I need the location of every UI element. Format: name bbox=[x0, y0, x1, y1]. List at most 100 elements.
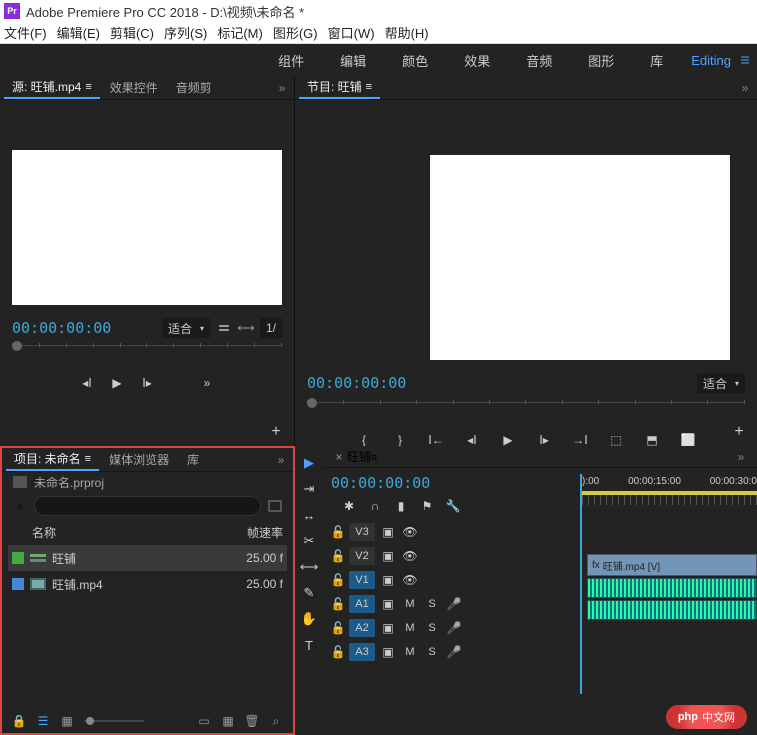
tab-color[interactable]: 颜色 bbox=[384, 51, 446, 70]
selection-tool-icon[interactable]: ▶ bbox=[300, 454, 318, 472]
menu-help[interactable]: 帮助(H) bbox=[385, 23, 429, 42]
project-tab-media[interactable]: 媒体浏览器 bbox=[101, 449, 177, 470]
step-back-icon[interactable]: ◂Ⅰ bbox=[78, 374, 96, 392]
project-tab-project[interactable]: 项目: 未命名≡ bbox=[6, 448, 99, 471]
program-fit-select[interactable]: 适合▾ bbox=[697, 373, 745, 393]
program-jog[interactable] bbox=[307, 402, 745, 418]
tab-effects[interactable]: 效果 bbox=[446, 51, 508, 70]
link-icon[interactable]: ∩ bbox=[367, 498, 383, 514]
icon-view-icon[interactable]: ▦ bbox=[60, 713, 74, 729]
track-label[interactable]: A2 bbox=[349, 619, 375, 637]
track-label[interactable]: A3 bbox=[349, 643, 375, 661]
workspace-label[interactable]: Editing bbox=[691, 53, 731, 68]
menu-mark[interactable]: 标记(M) bbox=[217, 23, 263, 42]
program-preview[interactable] bbox=[430, 155, 730, 360]
track-label[interactable]: V1 bbox=[349, 571, 375, 589]
source-preview[interactable] bbox=[12, 150, 282, 305]
panel-menu-icon[interactable]: ≡ bbox=[371, 452, 377, 464]
source-tab-effectcontrols[interactable]: 效果控件 bbox=[102, 77, 166, 98]
project-item-video[interactable]: 旺铺.mp4 25.00 f bbox=[8, 571, 287, 597]
tab-assembly[interactable]: 组件 bbox=[260, 51, 322, 70]
track-label[interactable]: V2 bbox=[349, 547, 375, 565]
overflow-icon[interactable]: » bbox=[198, 374, 216, 392]
panel-overflow-icon[interactable]: » bbox=[733, 449, 749, 465]
panel-menu-icon[interactable]: ≡ bbox=[85, 81, 91, 93]
lock-icon[interactable]: 🔓 bbox=[331, 596, 345, 612]
panel-overflow-icon[interactable]: » bbox=[274, 80, 290, 96]
mic-icon[interactable]: 🎤 bbox=[445, 620, 463, 636]
step-forward-icon[interactable]: Ⅰ▸ bbox=[138, 374, 156, 392]
tab-editing[interactable]: 编辑 bbox=[322, 51, 384, 70]
col-framerate[interactable]: 帧速率 bbox=[233, 524, 283, 541]
toggle-output-icon[interactable]: ▣ bbox=[379, 548, 397, 564]
lock-icon[interactable]: 🔓 bbox=[331, 644, 345, 660]
zoom-slider[interactable] bbox=[84, 713, 144, 729]
menu-file[interactable]: 文件(F) bbox=[4, 23, 47, 42]
track-label[interactable]: A1 bbox=[349, 595, 375, 613]
eye-icon[interactable]: 👁 bbox=[401, 572, 419, 588]
timeline-audio-clip[interactable] bbox=[587, 600, 757, 620]
play-icon[interactable]: ▶ bbox=[108, 374, 126, 392]
eye-icon[interactable]: 👁 bbox=[401, 524, 419, 540]
menu-edit[interactable]: 编辑(E) bbox=[57, 23, 100, 42]
timeline-timecode[interactable]: 00:00:00:00 bbox=[331, 474, 461, 492]
toggle-output-icon[interactable]: ▣ bbox=[379, 620, 397, 636]
hand-tool-icon[interactable]: ✋ bbox=[300, 610, 318, 628]
track-v3[interactable]: 🔓 V3 ▣ 👁 bbox=[323, 520, 757, 544]
mic-icon[interactable]: 🎤 bbox=[445, 644, 463, 660]
tab-library[interactable]: 库 bbox=[632, 51, 681, 70]
source-timecode[interactable]: 00:00:00:00 bbox=[12, 319, 111, 337]
search-icon[interactable]: ⌕ bbox=[12, 498, 28, 514]
source-tab-audio[interactable]: 音频剪 bbox=[168, 77, 220, 98]
pen-tool-icon[interactable]: ✎ bbox=[300, 584, 318, 602]
settings-icon[interactable] bbox=[216, 320, 232, 336]
project-tab-library[interactable]: 库 bbox=[179, 449, 207, 470]
jog-knob[interactable] bbox=[12, 341, 22, 351]
eye-icon[interactable]: 👁 bbox=[401, 548, 419, 564]
track-label[interactable]: V3 bbox=[349, 523, 375, 541]
panel-overflow-icon[interactable]: » bbox=[737, 80, 753, 96]
playhead[interactable] bbox=[580, 474, 582, 694]
project-item-sequence[interactable]: 旺铺 25.00 f bbox=[8, 545, 287, 571]
add-button-icon[interactable]: + bbox=[268, 424, 284, 440]
new-item-icon[interactable]: ▦ bbox=[221, 713, 235, 729]
source-tab-clip[interactable]: 源: 旺铺.mp4≡ bbox=[4, 76, 100, 99]
timeline-video-clip[interactable]: fx 旺铺.mp4 [V] bbox=[587, 554, 757, 576]
tab-graphics[interactable]: 图形 bbox=[570, 51, 632, 70]
panel-menu-icon[interactable]: ≡ bbox=[85, 453, 91, 465]
jog-knob[interactable] bbox=[307, 398, 317, 408]
new-bin-icon[interactable]: ▭ bbox=[197, 713, 211, 729]
program-tab[interactable]: 节目: 旺铺≡ bbox=[299, 76, 380, 99]
panel-overflow-icon[interactable]: » bbox=[273, 452, 289, 468]
toggle-output-icon[interactable]: ▣ bbox=[379, 572, 397, 588]
find-icon[interactable]: ⌕ bbox=[269, 713, 283, 729]
mute-icon[interactable]: M bbox=[401, 646, 419, 658]
tab-audio[interactable]: 音频 bbox=[508, 51, 570, 70]
program-timecode[interactable]: 00:00:00:00 bbox=[307, 374, 406, 392]
solo-icon[interactable]: S bbox=[423, 646, 441, 658]
lock-icon[interactable]: 🔒 bbox=[12, 713, 26, 729]
mute-icon[interactable]: M bbox=[401, 622, 419, 634]
source-jog[interactable] bbox=[12, 345, 282, 361]
track-select-tool-icon[interactable]: ⇥ bbox=[300, 480, 318, 498]
marker-icon[interactable]: ▮ bbox=[393, 498, 409, 514]
menu-bar[interactable]: 文件(F) 编辑(E) 剪辑(C) 序列(S) 标记(M) 图形(G) 窗口(W… bbox=[0, 22, 757, 44]
timeline-ruler[interactable]: ):00 00:00:15:00 00:00:30:0 bbox=[582, 476, 757, 520]
wrench-icon[interactable]: 🔧 bbox=[445, 498, 461, 514]
solo-icon[interactable]: S bbox=[423, 598, 441, 610]
snap-icon[interactable]: ✱ bbox=[341, 498, 357, 514]
workspace-menu-icon[interactable] bbox=[739, 54, 751, 66]
lock-icon[interactable]: 🔓 bbox=[331, 548, 345, 564]
settings-icon[interactable]: ⚑ bbox=[419, 498, 435, 514]
slip-tool-icon[interactable]: ⟷ bbox=[300, 558, 318, 576]
track-a3[interactable]: 🔓 A3 ▣ M S 🎤 bbox=[323, 640, 757, 664]
project-column-header[interactable]: 名称 帧速率 bbox=[2, 520, 293, 545]
filter-icon[interactable] bbox=[267, 498, 283, 514]
add-button-icon[interactable]: + bbox=[731, 424, 747, 440]
toggle-output-icon[interactable]: ▣ bbox=[379, 596, 397, 612]
col-name[interactable]: 名称 bbox=[32, 524, 233, 541]
menu-sequence[interactable]: 序列(S) bbox=[164, 23, 207, 42]
source-resolution-select[interactable]: 1/ bbox=[260, 318, 282, 338]
lock-icon[interactable]: 🔓 bbox=[331, 620, 345, 636]
source-fit-select[interactable]: 适合▾ bbox=[162, 318, 210, 338]
